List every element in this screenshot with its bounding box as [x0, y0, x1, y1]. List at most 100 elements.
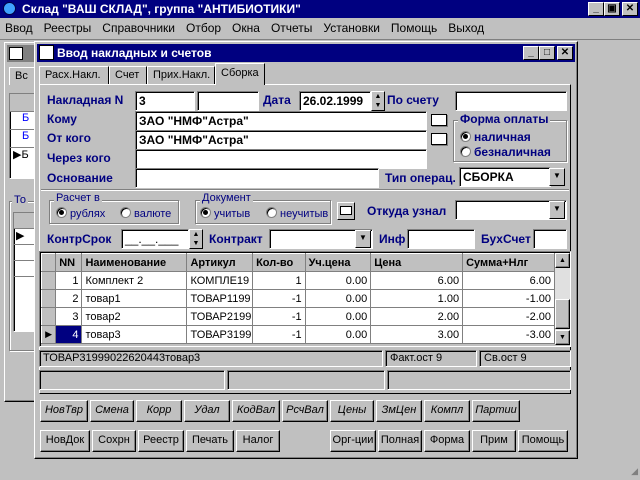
save-button[interactable]: Сохрн — [92, 430, 136, 452]
row-indicator[interactable] — [40, 271, 57, 290]
menu-item[interactable]: Справочники — [102, 21, 175, 35]
cell-nn[interactable]: 3 — [55, 307, 83, 326]
app-close-button[interactable]: ✕ — [622, 2, 638, 16]
cell-article[interactable]: ТОВАР1199 — [186, 289, 254, 308]
cell-name[interactable]: Комплект 2 — [81, 271, 188, 290]
app-minimize-button[interactable]: _ — [588, 2, 604, 16]
prices-button[interactable]: Цены — [330, 400, 374, 422]
inf-field[interactable] — [407, 229, 475, 249]
column-header[interactable]: Сумма+Нлг — [462, 253, 555, 272]
scroll-thumb[interactable] — [555, 299, 570, 329]
menu-item[interactable]: Помощь — [391, 21, 437, 35]
cell-sum[interactable]: -3.00 — [462, 325, 555, 344]
menu-item[interactable]: Отбор — [186, 21, 221, 35]
currency-calc-button[interactable]: РсчВал — [282, 400, 328, 422]
app-globe-icon[interactable] — [3, 2, 16, 15]
cell-acc-price[interactable]: 0.00 — [305, 307, 372, 326]
table-row[interactable]: 2 товар1 ТОВАР1199 -1 0.00 1.00 -1.00 — [40, 289, 555, 308]
cell-nn[interactable]: 2 — [55, 289, 83, 308]
cell-qty[interactable]: -1 — [252, 307, 306, 326]
cell-price[interactable]: 3.00 — [370, 325, 464, 344]
via-field[interactable] — [135, 149, 427, 169]
contract-dropdown-button[interactable]: ▼ — [355, 230, 371, 248]
column-header[interactable]: Наименование — [81, 253, 188, 272]
from-lookup-icon[interactable] — [431, 133, 447, 145]
menu-item[interactable]: Выход — [448, 21, 484, 35]
date-spinner[interactable]: ▲ ▼ — [371, 91, 385, 111]
from-field[interactable]: ЗАО "НМФ"Астра" — [135, 130, 427, 150]
table-vertical-scrollbar[interactable]: ▲ ▼ — [555, 253, 570, 345]
cell-nn[interactable]: 4 — [55, 325, 83, 344]
tab-prihod[interactable]: Прих.Накл. — [147, 66, 215, 84]
form-button[interactable]: Форма — [424, 430, 470, 452]
cell-qty[interactable]: 1 — [252, 271, 306, 290]
change-button[interactable]: Смена — [90, 400, 134, 422]
doc-not-consider-radio[interactable]: неучитыв — [266, 207, 328, 220]
payment-noncash-radio[interactable]: безналичная — [460, 145, 551, 159]
current-row-arrow-icon[interactable]: ▶ — [40, 325, 57, 344]
menu-item[interactable]: Окна — [232, 21, 260, 35]
row-indicator[interactable] — [40, 289, 57, 308]
table-row[interactable]: 1 Комплект 2 КОМПЛЕ19 1 0.00 6.00 6.00 — [40, 271, 555, 290]
control-term-spinner[interactable]: ▲ ▼ — [189, 229, 203, 249]
cell-price[interactable]: 2.00 — [370, 307, 464, 326]
cell-name[interactable]: товар1 — [81, 289, 188, 308]
cell-name[interactable]: товар3 — [81, 325, 188, 344]
invoice-dialog[interactable]: Ввод накладных и счетов _ □ ✕ Расх.Накл.… — [34, 41, 578, 459]
tab-sborka[interactable]: Сборка — [215, 63, 265, 85]
cell-sum[interactable]: -2.00 — [462, 307, 555, 326]
column-header[interactable]: Цена — [370, 253, 464, 272]
menu-item[interactable]: Установки — [323, 21, 379, 35]
cell-sum[interactable]: -1.00 — [462, 289, 555, 308]
tab-schet[interactable]: Счет — [109, 66, 147, 84]
cell-price[interactable]: 1.00 — [370, 289, 464, 308]
currency-code-button[interactable]: КодВал — [232, 400, 280, 422]
cell-sum[interactable]: 6.00 — [462, 271, 555, 290]
menu-item[interactable]: Отчеты — [271, 21, 312, 35]
cell-nn[interactable]: 1 — [55, 271, 83, 290]
registry-button[interactable]: Реестр — [138, 430, 184, 452]
scroll-down-button[interactable]: ▼ — [555, 330, 570, 345]
table-row-selected[interactable]: ▶ 4 товар3 ТОВАР3199 -1 0.00 3.00 -3.00 — [40, 325, 555, 344]
row-indicator[interactable] — [40, 307, 57, 326]
to-field[interactable]: ЗАО "НМФ"Астра" — [135, 111, 427, 131]
app-maximize-button[interactable]: ▣ — [604, 2, 620, 16]
bookacc-field[interactable] — [533, 229, 567, 249]
to-lookup-icon[interactable] — [431, 114, 447, 126]
calc-cur-radio[interactable]: валюте — [120, 207, 171, 220]
menu-item[interactable]: Реестры — [44, 21, 92, 35]
column-header[interactable]: NN — [55, 253, 83, 272]
new-doc-button[interactable]: НовДок — [40, 430, 90, 452]
calc-rub-radio[interactable]: рублях — [56, 207, 105, 220]
menu-item[interactable]: Ввод — [5, 21, 33, 35]
resize-grip-icon[interactable]: ◢ — [624, 466, 638, 478]
organizations-button[interactable]: Орг-ции — [330, 430, 376, 452]
kit-button[interactable]: Компл — [424, 400, 470, 422]
column-header[interactable]: Артикул — [186, 253, 254, 272]
column-header[interactable]: Кол-во — [252, 253, 306, 272]
invoice-number-field[interactable]: 3 — [135, 91, 195, 111]
dialog-minimize-button[interactable]: _ — [523, 46, 539, 60]
cell-acc-price[interactable]: 0.00 — [305, 271, 372, 290]
cell-name[interactable]: товар2 — [81, 307, 188, 326]
note-button[interactable]: Прим — [472, 430, 516, 452]
cell-acc-price[interactable]: 0.00 — [305, 289, 372, 308]
cell-qty[interactable]: -1 — [252, 325, 306, 344]
invoice-extra-field[interactable] — [197, 91, 259, 111]
cell-article[interactable]: КОМПЛЕ19 — [186, 271, 254, 290]
column-header[interactable]: Уч.цена — [304, 253, 372, 272]
by-account-field[interactable] — [455, 91, 567, 111]
optype-dropdown-button[interactable]: ▼ — [549, 168, 565, 186]
source-dropdown-button[interactable]: ▼ — [549, 201, 565, 219]
cell-acc-price[interactable]: 0.00 — [305, 325, 372, 344]
help-button[interactable]: Помощь — [518, 430, 568, 452]
payment-cash-radio[interactable]: наличная — [460, 130, 531, 144]
cell-article[interactable]: ТОВАР2199 — [186, 307, 254, 326]
doc-consider-radio[interactable]: учитыв — [200, 207, 250, 220]
table-row[interactable]: 3 товар2 ТОВАР2199 -1 0.00 2.00 -2.00 — [40, 307, 555, 326]
print-button[interactable]: Печать — [186, 430, 234, 452]
optype-select[interactable]: СБОРКА — [459, 167, 551, 187]
dialog-close-button[interactable]: ✕ — [557, 46, 573, 60]
tax-button[interactable]: Налог — [236, 430, 280, 452]
dialog-maximize-button[interactable]: □ — [539, 46, 555, 60]
